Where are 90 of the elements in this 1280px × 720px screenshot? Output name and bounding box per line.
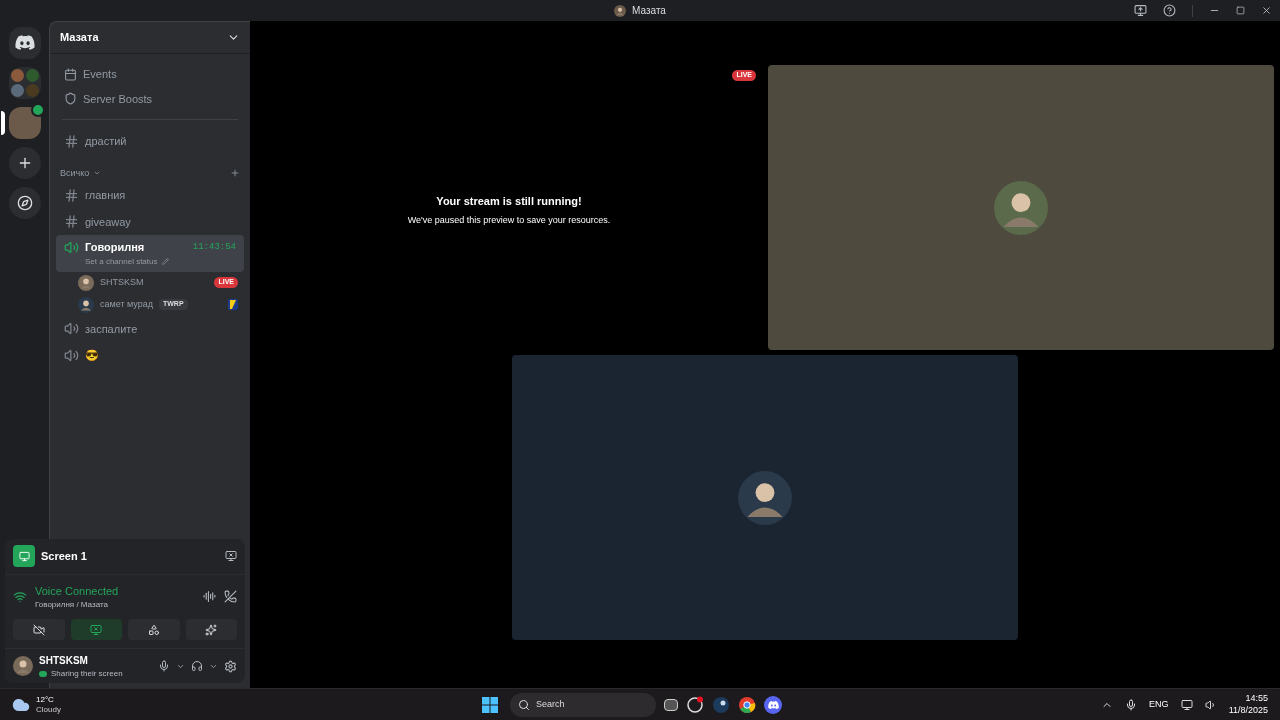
language-indicator[interactable]: ENG xyxy=(1149,697,1169,712)
maximize-icon[interactable] xyxy=(1236,6,1245,15)
nav-item[interactable]: Server Boosts xyxy=(56,86,244,111)
nav-item[interactable]: Events xyxy=(56,62,244,87)
channel-name: драстий xyxy=(85,134,127,149)
voice-action-button[interactable] xyxy=(13,619,65,640)
screen-share-icon xyxy=(13,545,35,567)
user-avatar xyxy=(78,274,94,291)
chrome-app-icon[interactable] xyxy=(738,696,756,714)
nav-label: Events xyxy=(83,67,117,82)
member-name: SHTSKSM xyxy=(100,275,144,289)
stop-share-icon[interactable] xyxy=(225,550,237,562)
clock-date[interactable]: 11/8/2025 xyxy=(1228,704,1268,716)
channel-name: giveaway xyxy=(85,214,131,230)
selected-indicator xyxy=(0,111,5,135)
paused-message: We've paused this preview to save your resources. xyxy=(407,213,611,227)
voice-status[interactable]: Voice Connected xyxy=(35,582,119,599)
server-folder[interactable] xyxy=(8,67,41,99)
channel-status-hint: Set a channel status xyxy=(85,255,158,268)
category-name[interactable]: Всичко xyxy=(60,166,90,180)
microphone-icon[interactable] xyxy=(158,660,170,672)
channel-name: заспалите xyxy=(85,321,138,337)
headphones-icon[interactable] xyxy=(191,660,203,672)
settings-icon[interactable] xyxy=(224,659,237,673)
voice-action-button[interactable] xyxy=(185,619,237,640)
channel-item[interactable]: 😎 xyxy=(56,342,244,369)
server-avatar xyxy=(614,4,627,17)
calendar-icon xyxy=(64,67,77,81)
add-server-button[interactable] xyxy=(8,147,41,179)
discord-logo-icon xyxy=(14,35,35,51)
voice-action-button[interactable] xyxy=(128,619,180,640)
weather-temp: 12°C xyxy=(36,694,55,705)
participant-avatar xyxy=(994,180,1048,235)
help-icon[interactable] xyxy=(1163,4,1176,17)
plus-icon[interactable] xyxy=(230,168,240,179)
discord-app-icon[interactable] xyxy=(764,696,782,714)
weather-condition: Cloudy xyxy=(36,704,61,715)
channel-name: 😎 xyxy=(85,348,99,363)
participant-avatar xyxy=(738,470,792,525)
discord-logo-icon xyxy=(767,700,779,710)
speaker-icon xyxy=(64,321,79,337)
close-icon[interactable] xyxy=(1261,5,1272,16)
user-status: Sharing their screen xyxy=(51,667,123,680)
server-name[interactable]: Мазата xyxy=(60,29,99,46)
channel-item[interactable]: главния xyxy=(56,182,244,209)
channel-name: Говорилня xyxy=(85,240,145,255)
microphone-icon[interactable] xyxy=(1125,698,1138,711)
video-tile[interactable] xyxy=(768,65,1274,350)
hash-icon xyxy=(64,214,79,230)
sharing-icon xyxy=(39,670,47,677)
channel-name: главния xyxy=(85,188,126,203)
speaker-icon xyxy=(64,239,79,255)
pencil-icon xyxy=(161,258,169,265)
shield-icon xyxy=(64,92,77,106)
user-avatar xyxy=(13,656,33,676)
search-field[interactable]: Search xyxy=(510,693,656,717)
disconnect-icon[interactable] xyxy=(224,590,237,604)
user-name: SHTSKSM xyxy=(39,653,89,668)
shapes-icon xyxy=(147,623,160,636)
home-button[interactable] xyxy=(8,27,41,59)
video-tile[interactable] xyxy=(512,355,1018,640)
screen-icon xyxy=(90,623,103,636)
window-title: Мазата xyxy=(632,4,666,18)
channel-item[interactable]: заспалите xyxy=(56,315,244,342)
channel-item[interactable]: Говорилня 11:43:54 Set a channel status xyxy=(56,235,244,272)
speaker-icon xyxy=(64,347,79,363)
voice-location[interactable]: Говорилня / Мазата xyxy=(35,599,119,611)
discover-button[interactable] xyxy=(8,187,41,219)
call-timer: 11:43:54 xyxy=(192,240,236,254)
soundboard-icon xyxy=(205,623,218,636)
volume-icon[interactable] xyxy=(1204,698,1217,711)
voice-action-button[interactable] xyxy=(70,619,122,640)
channel-item[interactable]: giveaway xyxy=(56,208,244,235)
user-avatar xyxy=(78,296,94,313)
camera-off-icon xyxy=(32,623,45,636)
recorder-app-icon[interactable] xyxy=(686,696,704,714)
member-name: самет мурад xyxy=(100,297,153,311)
channel-item[interactable]: драстий xyxy=(56,128,244,155)
task-view-icon[interactable] xyxy=(664,699,678,711)
nav-label: Server Boosts xyxy=(83,91,153,107)
screen-share-title: Screen 1 xyxy=(41,548,87,564)
hash-icon xyxy=(64,187,79,203)
server-icon[interactable] xyxy=(8,107,41,139)
paused-title: Your stream is still running! xyxy=(436,194,582,209)
compass-icon xyxy=(16,195,33,211)
search-icon xyxy=(518,699,530,711)
clock-time[interactable]: 14:55 xyxy=(1245,693,1268,705)
windows-start-icon[interactable] xyxy=(482,697,498,713)
connection-icon xyxy=(13,589,27,604)
hash-icon xyxy=(64,133,79,149)
